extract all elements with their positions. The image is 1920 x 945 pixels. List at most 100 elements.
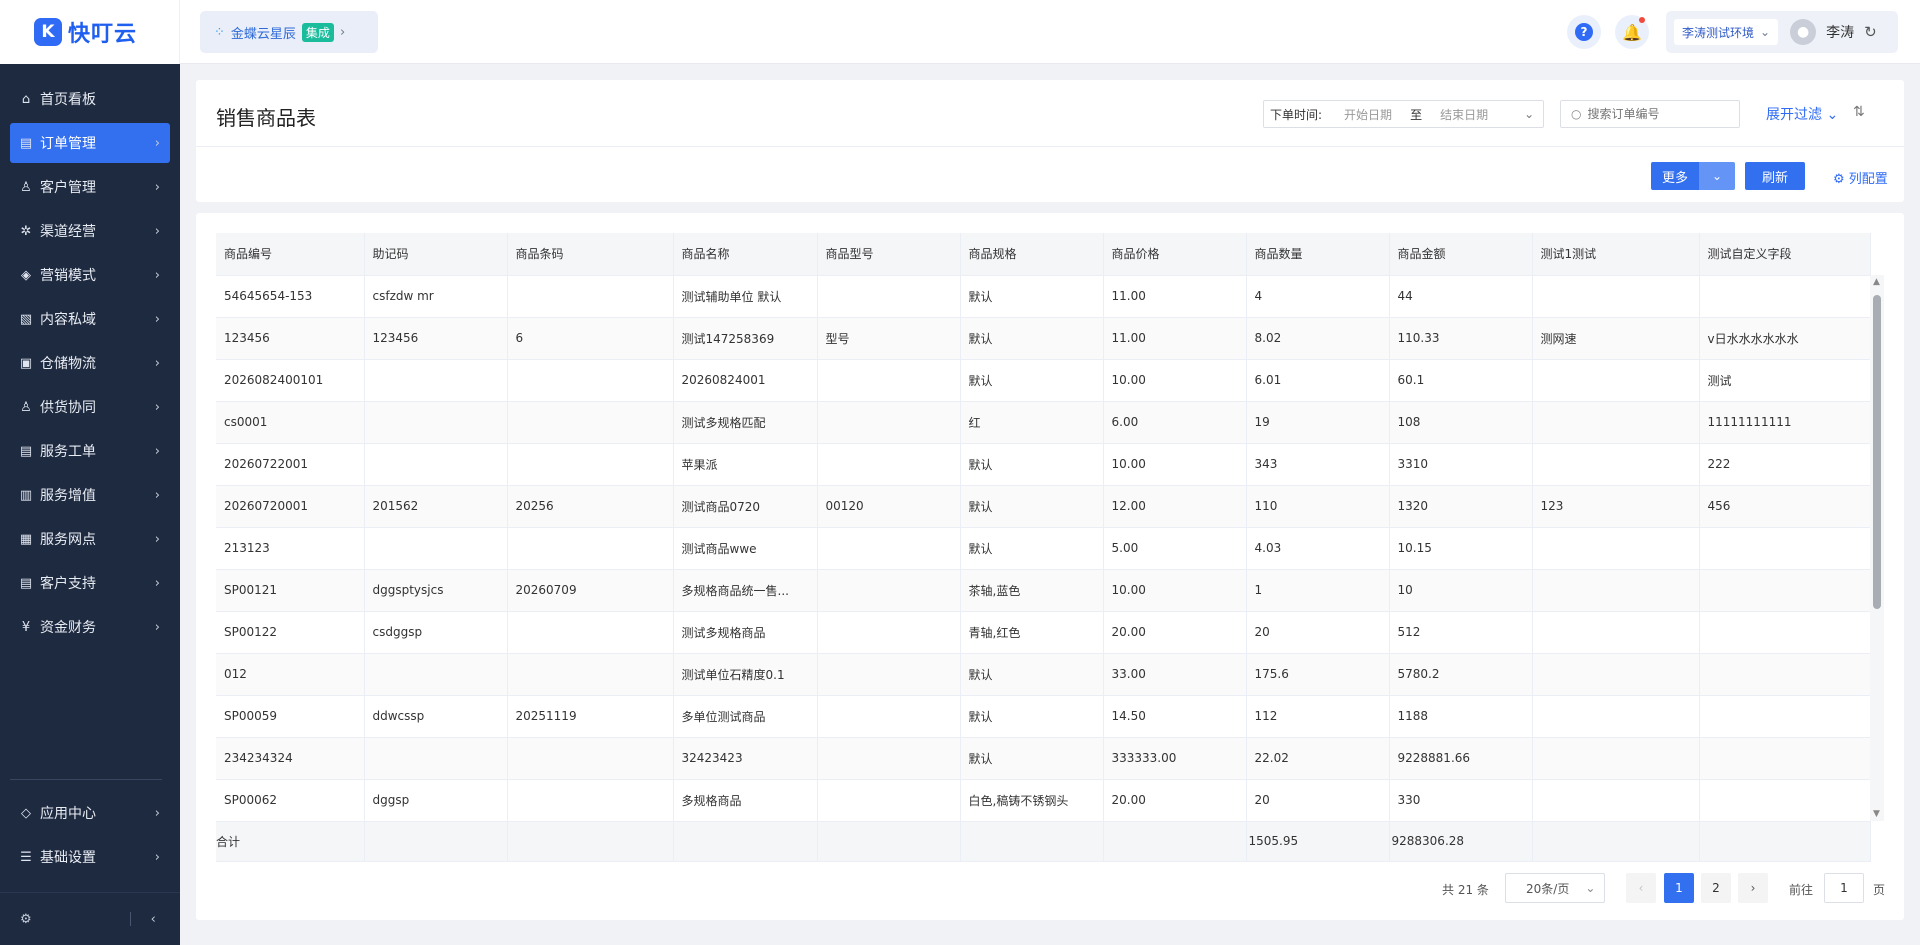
scroll-up-icon[interactable]: ▲: [1873, 277, 1880, 287]
sidebar-item-label: 基础设置: [40, 850, 96, 866]
sidebar-item-7[interactable]: ♙ 供货协同 ›: [10, 387, 170, 427]
next-page-button[interactable]: ›: [1738, 873, 1768, 903]
sidebar-item-11[interactable]: ▤ 客户支持 ›: [10, 563, 170, 603]
sidebar-item-3[interactable]: ✲ 渠道经营 ›: [10, 211, 170, 251]
column-config-button[interactable]: ⚙ 列配置: [1833, 168, 1888, 187]
table-scrollbar[interactable]: ▲ ▼: [1870, 275, 1884, 821]
table-row[interactable]: cs0001 测试多规格匹配 红 6.00 19 108 11111111111: [216, 401, 1871, 444]
environment-select[interactable]: 李涛测试环境 ⌄: [1674, 19, 1779, 45]
table-cell: [364, 359, 508, 402]
column-header[interactable]: 商品型号: [817, 233, 961, 276]
scroll-down-icon[interactable]: ▼: [1873, 809, 1880, 819]
collapse-sidebar-icon[interactable]: ‹: [151, 912, 156, 927]
table-cell: ddwcssp: [364, 695, 508, 738]
sidebar-item-10[interactable]: ▦ 服务网点 ›: [10, 519, 170, 559]
column-header[interactable]: 商品名称: [673, 233, 818, 276]
sidebar-item-9[interactable]: ▥ 服务增值 ›: [10, 475, 170, 515]
column-header[interactable]: 助记码: [364, 233, 508, 276]
sidebar-item-1[interactable]: ☰ 基础设置 ›: [10, 837, 170, 877]
settings-icon[interactable]: ⚙: [20, 912, 32, 927]
table-row[interactable]: 012 测试单位石精度0.1 默认 33.00 175.6 5780.2: [216, 653, 1871, 696]
column-header[interactable]: 商品条码: [507, 233, 674, 276]
footer-divider: [129, 912, 131, 926]
sidebar-item-8[interactable]: ▤ 服务工单 ›: [10, 431, 170, 471]
chevron-right-icon: ›: [154, 267, 160, 283]
table-cell: 测试商品0720: [673, 485, 818, 528]
logo[interactable]: K 快叮云: [0, 0, 180, 64]
page-size-select[interactable]: 20条/页 ⌄: [1505, 873, 1605, 903]
sidebar-item-1[interactable]: ▤ 订单管理 ›: [10, 123, 170, 163]
integration-chip[interactable]: ⁘ 金蝶云星辰 集成 ›: [200, 11, 378, 53]
column-header[interactable]: 商品价格: [1103, 233, 1247, 276]
table-cell: 11.00: [1103, 275, 1247, 318]
table-row[interactable]: 54645654-153 csfzdw mr 测试辅助单位 默认 默认 11.00 4 44: [216, 275, 1871, 318]
order-date-range[interactable]: 下单时间: 开始日期 至 结束日期 ⌄: [1263, 100, 1544, 128]
sidebar-item-12[interactable]: ¥ 资金财务 ›: [10, 607, 170, 647]
column-header[interactable]: 商品规格: [960, 233, 1104, 276]
table-row[interactable]: SP00122 csdggsp 测试多规格商品 青轴,红色 20.00 20 512: [216, 611, 1871, 654]
table-row[interactable]: 234234324 32423423 默认 333333.00 22.02 9228881…: [216, 737, 1871, 780]
table-cell: 测试: [1699, 359, 1871, 402]
date-separator: 至: [1410, 107, 1423, 122]
pagination: 共 21 条 20条/页 ⌄ ‹ 1 2 › 前往 1 页: [196, 873, 1904, 903]
table-cell: 默认: [960, 317, 1104, 360]
expand-filter-link[interactable]: 展开过滤 ⌄: [1766, 104, 1838, 124]
sidebar-item-4[interactable]: ◈ 营销模式 ›: [10, 255, 170, 295]
chevron-right-icon: ›: [154, 487, 160, 503]
menu-icon: ▤: [19, 135, 33, 151]
table-row[interactable]: 20260720001 201562 20256 测试商品0720 00120 默认 12.…: [216, 485, 1871, 528]
column-header[interactable]: 商品编号: [216, 233, 365, 276]
page-1-button[interactable]: 1: [1664, 873, 1694, 903]
notifications-button[interactable]: 🔔: [1615, 15, 1649, 49]
sidebar-item-0[interactable]: ⌂ 首页看板: [10, 79, 170, 119]
refresh-button[interactable]: 刷新: [1745, 162, 1805, 190]
page-size-value: 20条/页: [1526, 881, 1570, 896]
table-cell: [1532, 359, 1700, 402]
avatar[interactable]: ●: [1790, 19, 1817, 45]
sidebar-item-6[interactable]: ▣ 仓储物流 ›: [10, 343, 170, 383]
search-input[interactable]: [1587, 107, 1728, 121]
table-row[interactable]: SP00062 dggsp 多规格商品 白色,稿铸不锈钢头 20.00 20 330: [216, 779, 1871, 822]
user-name[interactable]: 李涛: [1826, 22, 1854, 42]
prev-page-button[interactable]: ‹: [1626, 873, 1656, 903]
sidebar-item-label: 营销模式: [40, 268, 96, 284]
table-cell: [1532, 695, 1700, 738]
column-header[interactable]: 商品数量: [1246, 233, 1390, 276]
end-date-input[interactable]: 结束日期: [1440, 106, 1488, 123]
table-row[interactable]: 2026082400101 20260824001 默认 10.00 6.01 60.1 测…: [216, 359, 1871, 402]
scrollbar-thumb[interactable]: [1873, 295, 1881, 609]
table-cell: [1532, 569, 1700, 612]
sidebar-item-5[interactable]: ▧ 内容私域 ›: [10, 299, 170, 339]
refresh-icon[interactable]: ↻: [1864, 23, 1877, 41]
table-cell: 默认: [960, 443, 1104, 486]
table-row[interactable]: SP00121 dggsptysjcs 20260709 多规格商品统一售... 茶轴,…: [216, 569, 1871, 612]
sort-icon[interactable]: ⇅: [1853, 104, 1865, 120]
goto-page-input[interactable]: 1: [1824, 873, 1864, 903]
search-icon: ○: [1571, 107, 1582, 121]
table-row[interactable]: 123456 123456 6 测试147258369 型号 默认 11.00 8.02 110…: [216, 317, 1871, 360]
integration-badge: 集成: [301, 22, 334, 42]
menu-icon: ♙: [20, 399, 32, 415]
more-dropdown-icon[interactable]: ⌄: [1699, 162, 1735, 190]
table-row[interactable]: 213123 测试商品wwe 默认 5.00 4.03 10.15: [216, 527, 1871, 570]
column-header[interactable]: 测试自定义字段: [1699, 233, 1871, 276]
table-cell: 110: [1246, 485, 1390, 528]
sidebar-item-0[interactable]: ◇ 应用中心 ›: [10, 793, 170, 833]
help-button[interactable]: ?: [1567, 15, 1601, 49]
table-cell: [1532, 443, 1700, 486]
more-button[interactable]: 更多 ⌄: [1651, 162, 1735, 190]
table-cell: [1699, 737, 1871, 780]
sidebar-item-2[interactable]: ♙ 客户管理 ›: [10, 167, 170, 207]
more-button-label[interactable]: 更多: [1651, 162, 1699, 190]
table-row[interactable]: 20260722001 苹果派 默认 10.00 343 3310 222: [216, 443, 1871, 486]
table-cell: 默认: [960, 527, 1104, 570]
page-2-button[interactable]: 2: [1701, 873, 1731, 903]
table-row[interactable]: SP00059 ddwcssp 20251119 多单位测试商品 默认 14.50 112 1…: [216, 695, 1871, 738]
column-header[interactable]: 测试1测试: [1532, 233, 1700, 276]
table-cell: [1699, 275, 1871, 318]
start-date-input[interactable]: 开始日期: [1344, 106, 1392, 123]
table-cell: 20.00: [1103, 611, 1247, 654]
sidebar-item-label: 资金财务: [40, 620, 96, 636]
column-header[interactable]: 商品金额: [1389, 233, 1533, 276]
order-search[interactable]: ○: [1560, 100, 1740, 128]
